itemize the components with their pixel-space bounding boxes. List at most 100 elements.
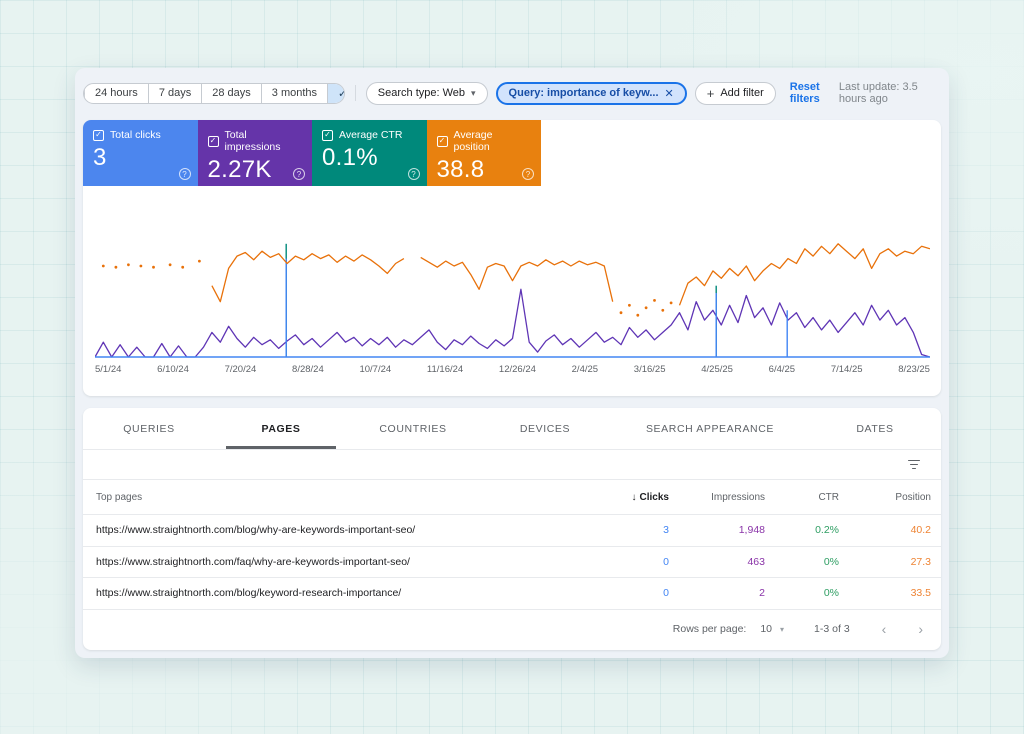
dimension-tab[interactable]: DEVICES <box>479 408 611 449</box>
filter-bar: 24 hours 7 days 28 days 3 months ✓ 16 mo… <box>83 81 941 105</box>
metric-value: 3 <box>93 144 107 171</box>
x-tick-label: 6/4/25 <box>768 364 796 375</box>
reset-filters-link[interactable]: Reset filters <box>790 81 839 105</box>
position-value: 40.2 <box>910 524 931 537</box>
page-url[interactable]: https://www.straightnorth.com/blog/keywo… <box>83 587 593 599</box>
rows-per-page-select[interactable]: 10 ▾ <box>760 623 784 635</box>
x-tick-label: 7/14/25 <box>830 364 863 375</box>
metric-value: 0.1% <box>322 144 378 171</box>
query-filter-label: Query: importance of keyw... <box>508 87 659 99</box>
column-header-clicks[interactable]: ↓ Clicks <box>593 492 679 503</box>
x-tick-label: 11/16/24 <box>426 364 464 375</box>
table-row[interactable]: https://www.straightnorth.com/blog/keywo… <box>83 577 941 609</box>
checkbox-checked-icon[interactable]: ✓ <box>207 135 219 147</box>
metric-value: 2.27K <box>207 156 272 183</box>
date-range-button[interactable]: 7 days <box>147 83 201 103</box>
table-row[interactable]: https://www.straightnorth.com/faq/why-ar… <box>83 545 941 578</box>
date-range-button[interactable]: 28 days <box>201 83 261 103</box>
filter-table-icon[interactable] <box>904 456 924 474</box>
column-header-pages[interactable]: Top pages <box>83 492 593 503</box>
help-icon[interactable]: ? <box>293 168 305 180</box>
table-footer: Rows per page: 10 ▾ 1-3 of 3 ‹ › <box>83 608 941 649</box>
metric-card[interactable]: ✓ Total clicks 3 ? <box>83 120 198 186</box>
plus-icon: + <box>706 85 715 101</box>
date-range-label: 28 days <box>212 87 251 99</box>
previous-page-button[interactable]: ‹ <box>882 622 887 636</box>
filter-divider <box>355 85 356 101</box>
chart-x-axis: 5/1/24 6/10/24 7/20/24 8/28/24 10/7/24 11/16/… <box>95 364 930 375</box>
help-icon[interactable]: ? <box>178 168 191 180</box>
x-tick-label: 10/7/24 <box>359 364 392 375</box>
x-tick-label: 6/10/24 <box>157 364 189 375</box>
performance-card: ✓ Total clicks 3 ? ✓ Total impressions 2… <box>83 120 941 396</box>
x-tick-label: 8/23/25 <box>898 364 930 375</box>
metric-card[interactable]: ✓ Average position 38.8 ? <box>426 120 541 186</box>
page-url[interactable]: https://www.straightnorth.com/blog/why-a… <box>83 524 593 536</box>
dimension-tab[interactable]: COUNTRIES <box>347 408 479 449</box>
clicks-value: 3 <box>663 524 669 537</box>
metric-cards: ✓ Total clicks 3 ? ✓ Total impressions 2… <box>83 120 941 186</box>
ctr-value: 0% <box>823 555 839 568</box>
x-tick-label: 3/16/25 <box>633 364 666 375</box>
chart-canvas <box>94 243 931 358</box>
next-page-button[interactable]: › <box>918 622 923 636</box>
date-range-label: 7 days <box>158 87 192 99</box>
checkbox-checked-icon[interactable]: ✓ <box>322 129 333 141</box>
date-range-button[interactable]: 24 hours <box>84 83 148 103</box>
date-range-button[interactable]: ✓ 16 months <box>327 83 344 103</box>
dimensions-card: QUERIES PAGES COUNTRIES DEVICES SEARCH APPEA… <box>83 408 941 650</box>
dimension-tab[interactable]: PAGES <box>215 408 347 449</box>
ctr-value: 0% <box>823 587 839 600</box>
metric-label: Total clicks <box>110 129 161 141</box>
search-console-panel: 24 hours 7 days 28 days 3 months ✓ 16 mo… <box>75 68 949 658</box>
metric-card[interactable]: ✓ Average CTR 0.1% ? <box>312 120 427 186</box>
x-tick-label: 2/4/25 <box>571 364 599 375</box>
column-header-ctr[interactable]: CTR <box>775 492 849 503</box>
pagination-range: 1-3 of 3 <box>814 623 850 635</box>
impressions-value: 2 <box>759 587 765 600</box>
table-header-row: Top pages ↓ Clicks Impressions CTR Positi… <box>83 480 941 514</box>
date-range-label: 3 months <box>271 87 318 99</box>
clicks-value: 0 <box>663 587 669 600</box>
search-type-dropdown[interactable]: Search type: Web ▾ <box>365 81 488 105</box>
checkbox-checked-icon[interactable]: ✓ <box>436 135 448 147</box>
dimension-tab[interactable]: DATES <box>809 408 941 449</box>
metric-label: Average position <box>453 129 493 153</box>
sort-desc-icon: ↓ <box>631 491 637 503</box>
performance-chart[interactable] <box>94 228 931 360</box>
x-tick-label: 7/20/24 <box>224 364 257 375</box>
metric-card[interactable]: ✓ Total impressions 2.27K ? <box>197 120 312 186</box>
table-body: https://www.straightnorth.com/blog/why-a… <box>83 514 941 609</box>
help-icon[interactable]: ? <box>407 168 420 180</box>
impressions-value: 1,948 <box>738 524 765 537</box>
dimension-tabs: QUERIES PAGES COUNTRIES DEVICES SEARCH APPEA… <box>83 408 941 450</box>
ctr-value: 0.2% <box>815 524 839 537</box>
dimension-tab[interactable]: QUERIES <box>83 408 215 449</box>
search-type-label: Search type: Web <box>377 87 466 99</box>
table-row[interactable]: https://www.straightnorth.com/blog/why-a… <box>83 514 941 546</box>
close-icon[interactable]: ✕ <box>665 87 674 100</box>
clicks-value: 0 <box>663 555 669 568</box>
metric-label: Total impressions <box>224 129 281 153</box>
column-header-impressions[interactable]: Impressions <box>679 492 775 503</box>
rows-per-page-label: Rows per page: <box>672 623 747 635</box>
position-value: 33.5 <box>910 587 931 600</box>
metric-value: 38.8 <box>436 156 485 183</box>
add-filter-label: Add filter <box>720 87 764 99</box>
date-range-button[interactable]: 3 months <box>260 83 327 103</box>
chevron-down-icon: ▾ <box>471 87 476 98</box>
last-update-text: Last update: 3.5 hours ago <box>838 81 918 105</box>
dimension-tab[interactable]: SEARCH APPEARANCE <box>611 408 809 449</box>
page-url[interactable]: https://www.straightnorth.com/faq/why-ar… <box>83 556 593 568</box>
add-filter-button[interactable]: + Add filter <box>694 81 776 105</box>
metric-label: Average CTR <box>339 129 403 141</box>
table-toolbar <box>83 450 941 480</box>
x-tick-label: 8/28/24 <box>292 364 324 375</box>
query-filter-chip[interactable]: Query: importance of keyw... ✕ <box>495 81 687 105</box>
x-tick-label: 5/1/24 <box>95 364 122 375</box>
date-range-group: 24 hours 7 days 28 days 3 months ✓ 16 mo… <box>83 82 345 104</box>
check-icon: ✓ <box>338 87 344 100</box>
checkbox-checked-icon[interactable]: ✓ <box>93 129 104 141</box>
help-icon[interactable]: ? <box>522 168 534 180</box>
column-header-position[interactable]: Position <box>849 492 941 503</box>
